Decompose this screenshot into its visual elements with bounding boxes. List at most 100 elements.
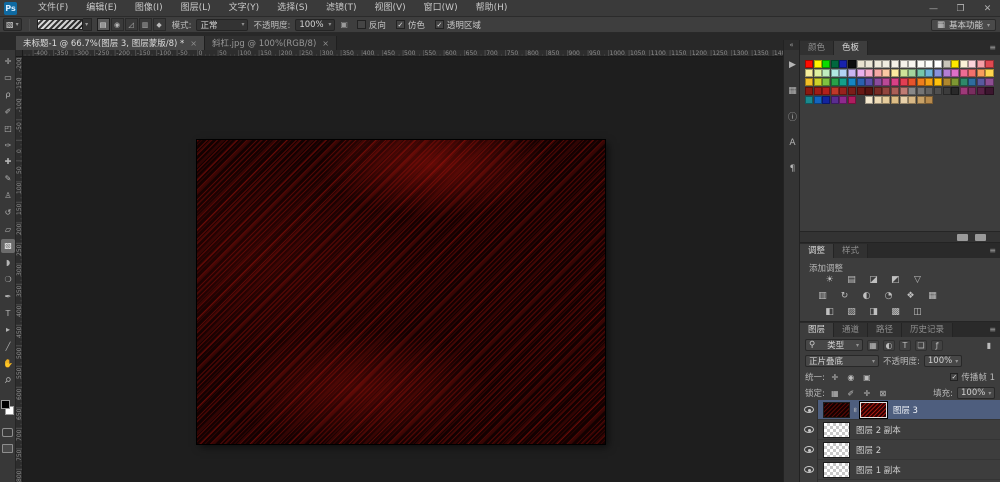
color-swatch[interactable] [891, 69, 899, 77]
layer-thumbnail[interactable] [823, 402, 850, 418]
lock-image-icon[interactable]: ✐ [845, 389, 857, 398]
diamond-gradient-button[interactable]: ◆ [153, 18, 166, 31]
levels-icon[interactable]: ▤ [844, 274, 859, 286]
pressure-toggle-icon[interactable]: ▣ [340, 20, 348, 29]
filter-type-layers-icon[interactable]: T [899, 340, 911, 351]
screen-mode-button[interactable] [2, 444, 13, 453]
dither-checkbox-box[interactable]: ✓ [396, 20, 405, 29]
color-balance-icon[interactable]: ↻ [837, 290, 852, 302]
color-swatch[interactable] [805, 96, 813, 104]
layer-visibility-toggle[interactable] [800, 440, 818, 460]
opacity-select[interactable]: 100%▾ [295, 19, 335, 31]
color-swatch[interactable] [934, 60, 942, 68]
close-button[interactable]: ✕ [981, 4, 994, 14]
layers-tab[interactable]: 历史记录 [902, 323, 953, 337]
channel-mixer-icon[interactable]: ❖ [903, 290, 918, 302]
ruler-origin-box[interactable] [16, 50, 23, 57]
color-swatch[interactable] [977, 78, 985, 86]
lasso-tool[interactable]: ρ [1, 88, 15, 102]
color-swatch[interactable] [934, 69, 942, 77]
swatches-tab[interactable]: 颜色 [800, 41, 834, 55]
color-swatch[interactable] [900, 60, 908, 68]
layer-filter-kind-select[interactable]: ⚲类型▾ [805, 339, 863, 351]
layer-mask-thumbnail[interactable] [860, 402, 887, 418]
menu-item[interactable]: 视图(V) [365, 0, 414, 17]
adjustments-tab[interactable]: 样式 [834, 244, 868, 258]
filter-pixel-layers-icon[interactable]: ▦ [867, 340, 879, 351]
color-swatch[interactable] [968, 60, 976, 68]
color-swatch[interactable] [960, 69, 968, 77]
color-swatch[interactable] [891, 60, 899, 68]
color-swatch[interactable] [814, 69, 822, 77]
color-swatch[interactable] [822, 87, 830, 95]
layer-row[interactable]: 图层 2 副本 [800, 420, 1000, 440]
color-swatch[interactable] [908, 96, 916, 104]
color-swatch[interactable] [891, 87, 899, 95]
color-swatch[interactable] [960, 78, 968, 86]
color-swatch[interactable] [848, 96, 856, 104]
blend-mode-select[interactable]: 正片叠底▾ [805, 355, 879, 367]
color-swatch[interactable] [968, 78, 976, 86]
color-swatch[interactable] [805, 69, 813, 77]
color-swatch[interactable] [985, 69, 993, 77]
color-swatch[interactable] [822, 78, 830, 86]
color-swatch[interactable] [934, 78, 942, 86]
minimize-button[interactable]: — [927, 4, 940, 14]
color-swatch[interactable] [857, 87, 865, 95]
layer-row[interactable]: 图层 2 [800, 440, 1000, 460]
line-tool[interactable]: ╱ [1, 340, 15, 354]
quick-mask-button[interactable] [2, 428, 13, 437]
color-swatch[interactable] [822, 69, 830, 77]
layer-row[interactable]: 图层 1 副本 [800, 460, 1000, 480]
layers-tab[interactable]: 图层 [800, 323, 834, 337]
layer-row[interactable]: ∞图层 3 [800, 400, 1000, 420]
layer-visibility-toggle[interactable] [800, 420, 818, 440]
brightness-contrast-icon[interactable]: ☀ [822, 274, 837, 286]
tab-close-icon[interactable]: × [322, 39, 329, 48]
color-swatch[interactable] [839, 60, 847, 68]
collapse-panel-icon[interactable] [957, 234, 968, 241]
color-swatch[interactable] [943, 60, 951, 68]
color-swatch[interactable] [882, 87, 890, 95]
angle-gradient-button[interactable]: ◿ [125, 18, 138, 31]
color-swatch[interactable] [805, 60, 813, 68]
character-panel-icon[interactable]: A [784, 134, 801, 151]
color-swatch[interactable] [874, 60, 882, 68]
color-swatch[interactable] [839, 78, 847, 86]
layer-visibility-toggle[interactable] [800, 400, 818, 420]
layer-visibility-toggle[interactable] [800, 460, 818, 480]
quick-selection-tool[interactable]: ✐ [1, 104, 15, 118]
hue-saturation-icon[interactable]: ▥ [815, 290, 830, 302]
vibrance-icon[interactable]: ▽ [910, 274, 925, 286]
color-swatch[interactable] [814, 87, 822, 95]
color-swatch[interactable] [985, 60, 993, 68]
history-brush-tool[interactable]: ↺ [1, 205, 15, 219]
color-swatch[interactable] [822, 60, 830, 68]
unify-position-icon[interactable]: ✛ [829, 373, 841, 382]
mask-link-icon[interactable]: ∞ [851, 407, 859, 413]
propagate-frame-checkbox[interactable]: ✓传播帧 1 [950, 371, 995, 383]
layer-filter-toggle-icon[interactable]: ▮ [983, 341, 995, 350]
color-swatch[interactable] [848, 60, 856, 68]
color-swatch[interactable] [865, 96, 873, 104]
color-swatch[interactable] [839, 69, 847, 77]
layer-thumbnail[interactable] [823, 462, 850, 478]
color-swatch[interactable] [900, 87, 908, 95]
color-swatch[interactable] [857, 69, 865, 77]
layer-opacity-select[interactable]: 100%▾ [924, 355, 962, 367]
document-canvas[interactable] [197, 140, 605, 444]
color-swatch[interactable] [865, 69, 873, 77]
panel-options-icon[interactable] [975, 234, 986, 241]
color-swatch[interactable] [865, 78, 873, 86]
actions-panel-icon[interactable]: ▶ [784, 56, 801, 73]
horizontal-ruler[interactable]: -400-350-300-250-200-150-100-50050100150… [23, 50, 783, 57]
reverse-checkbox[interactable]: 反向 [357, 19, 386, 31]
marquee-tool[interactable]: ▭ [1, 71, 15, 85]
layers-tab[interactable]: 路径 [868, 323, 902, 337]
color-swatch[interactable] [934, 87, 942, 95]
linear-gradient-button[interactable]: ▤ [97, 18, 110, 31]
exposure-icon[interactable]: ◩ [888, 274, 903, 286]
swatches-tab[interactable]: 色板 [834, 41, 868, 55]
tab-close-icon[interactable]: × [190, 39, 197, 48]
filter-shape-layers-icon[interactable]: ❏ [915, 340, 927, 351]
